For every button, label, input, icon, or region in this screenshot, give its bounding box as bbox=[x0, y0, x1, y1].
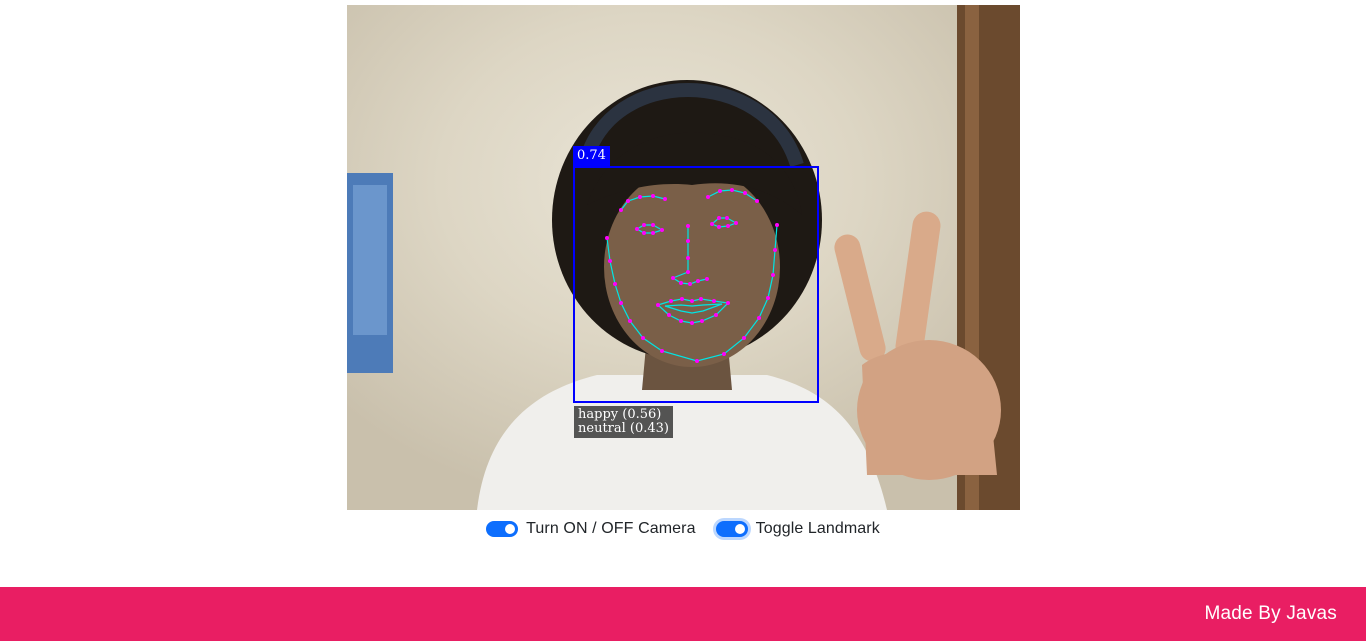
landmark-toggle-switch[interactable] bbox=[715, 521, 748, 537]
face-detection-page: 0.74 happy (0.56) neutral (0.43) Turn ON… bbox=[0, 0, 1366, 641]
landmark-toggle-label[interactable]: Toggle Landmark bbox=[756, 520, 880, 538]
expression-neutral: neutral (0.43) bbox=[578, 421, 670, 436]
controls-bar: Turn ON / OFF Camera Toggle Landmark bbox=[0, 517, 1366, 541]
camera-toggle[interactable]: Turn ON / OFF Camera bbox=[486, 520, 695, 538]
face-bounding-box bbox=[573, 166, 819, 403]
footer-credit: Made By Javas bbox=[1204, 603, 1337, 624]
hand-finger-index bbox=[834, 234, 886, 362]
camera-toggle-label[interactable]: Turn ON / OFF Camera bbox=[526, 520, 695, 538]
landmark-toggle[interactable]: Toggle Landmark bbox=[715, 520, 880, 538]
camera-toggle-knob bbox=[505, 524, 516, 534]
footer: Made By Javas bbox=[0, 587, 1366, 641]
detection-score-label: 0.74 bbox=[573, 146, 610, 166]
camera-feed: 0.74 happy (0.56) neutral (0.43) bbox=[347, 5, 1020, 510]
expression-happy: happy (0.56) bbox=[578, 407, 662, 422]
landmark-toggle-knob bbox=[734, 524, 745, 534]
wall-calendar-page bbox=[353, 185, 387, 335]
hand-wrist bbox=[862, 351, 997, 475]
expression-label: happy (0.56) neutral (0.43) bbox=[574, 406, 674, 438]
hand-finger-middle bbox=[895, 211, 941, 361]
camera-toggle-switch[interactable] bbox=[486, 521, 519, 537]
